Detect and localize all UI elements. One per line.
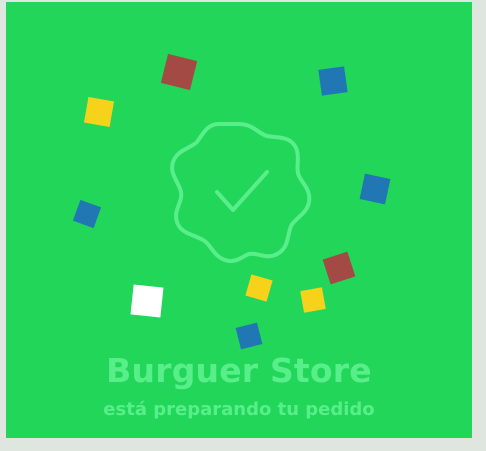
confetti-yellow-left [83, 96, 115, 128]
order-status-text: está preparando tu pedido [103, 399, 375, 420]
screen-border-right [472, 0, 486, 451]
confetti-white [130, 284, 164, 318]
store-name: Burguer Store [106, 351, 372, 390]
order-confirmation-screen: Burguer Store está preparando tu pedido [6, 2, 472, 438]
confetti-blue-right [359, 173, 391, 205]
confetti-yellow-right [300, 287, 326, 313]
confetti-red-top [160, 53, 198, 91]
confetti-yellow-center [245, 274, 273, 302]
confetti-blue-bottom [235, 322, 263, 350]
confetti-red-right [322, 251, 356, 285]
confetti-blue-left [72, 199, 102, 229]
check-badge-icon [163, 114, 315, 266]
confetti-blue-top-right [318, 66, 348, 96]
screen-border-bottom [0, 438, 486, 451]
